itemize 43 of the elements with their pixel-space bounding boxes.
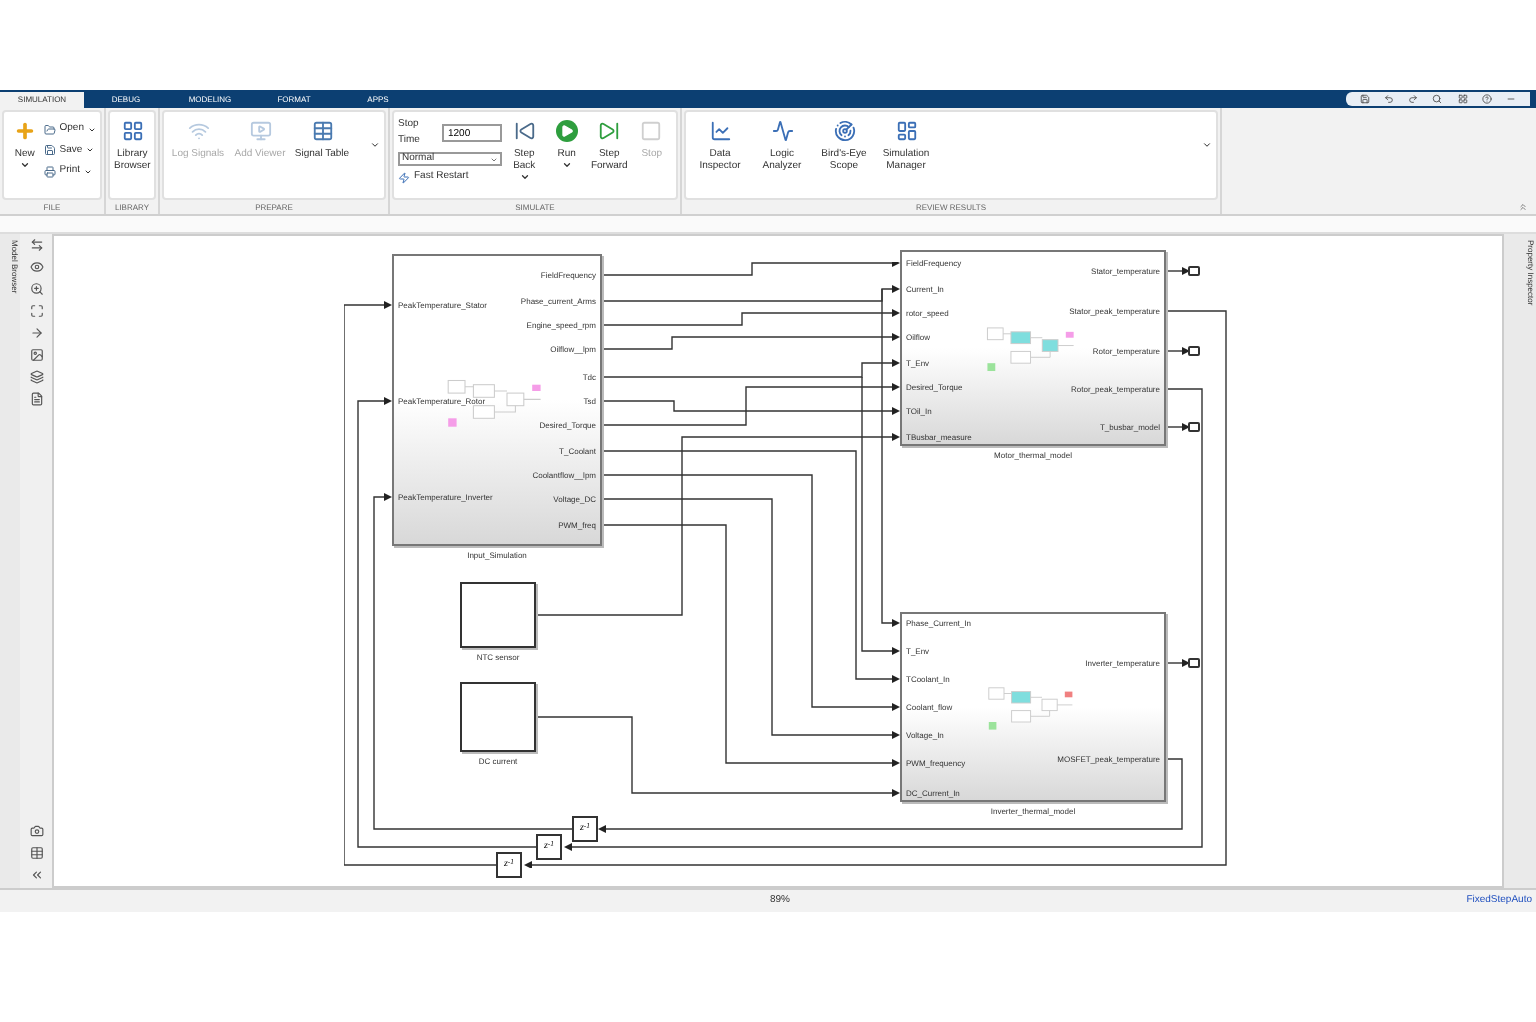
dashboard-icon	[895, 120, 917, 142]
table-icon[interactable]	[29, 846, 43, 860]
subsystem-block[interactable]	[460, 682, 536, 752]
grid-icon	[121, 120, 144, 142]
step-forward-icon	[598, 120, 621, 142]
outport-block[interactable]	[1188, 421, 1200, 431]
camera-icon[interactable]	[29, 824, 43, 838]
help-icon[interactable]	[1482, 94, 1493, 104]
signal-icon	[187, 120, 209, 142]
table-icon	[311, 120, 333, 142]
subsystem-block[interactable]	[460, 582, 536, 648]
lightning-icon	[398, 171, 410, 184]
play-icon	[555, 120, 578, 142]
tool-icon[interactable]	[29, 238, 43, 252]
radar-icon	[833, 120, 855, 142]
line-chart-icon	[709, 120, 731, 142]
caret-icon	[1202, 140, 1212, 150]
tool-icon[interactable]	[29, 260, 43, 274]
stop-icon	[640, 120, 663, 142]
grid-icon[interactable]	[1457, 94, 1468, 104]
redo-icon[interactable]	[1408, 94, 1419, 104]
caret-icon	[561, 160, 572, 170]
tool-icon[interactable]	[29, 348, 43, 362]
caret-icon	[19, 160, 30, 170]
model-canvas[interactable]	[52, 234, 1504, 888]
tool-icon[interactable]	[29, 370, 43, 384]
outport-block[interactable]	[1188, 345, 1200, 355]
outport-block[interactable]	[1188, 657, 1200, 667]
outport-block[interactable]	[1188, 265, 1200, 275]
tool-icon[interactable]	[29, 304, 43, 318]
tool-icon[interactable]	[29, 392, 43, 406]
waveform-icon	[771, 120, 793, 142]
tool-icon[interactable]	[29, 282, 43, 296]
collapse-icon[interactable]	[29, 868, 43, 882]
save-icon[interactable]	[1359, 94, 1370, 104]
monitor-icon	[249, 120, 271, 142]
step-back-icon	[513, 120, 536, 142]
search-icon[interactable]	[1432, 94, 1443, 104]
caret-icon	[370, 140, 380, 150]
plus-icon	[13, 120, 36, 142]
caret-icon	[519, 172, 530, 182]
tool-icon[interactable]	[29, 326, 43, 340]
undo-icon[interactable]	[1383, 94, 1394, 104]
